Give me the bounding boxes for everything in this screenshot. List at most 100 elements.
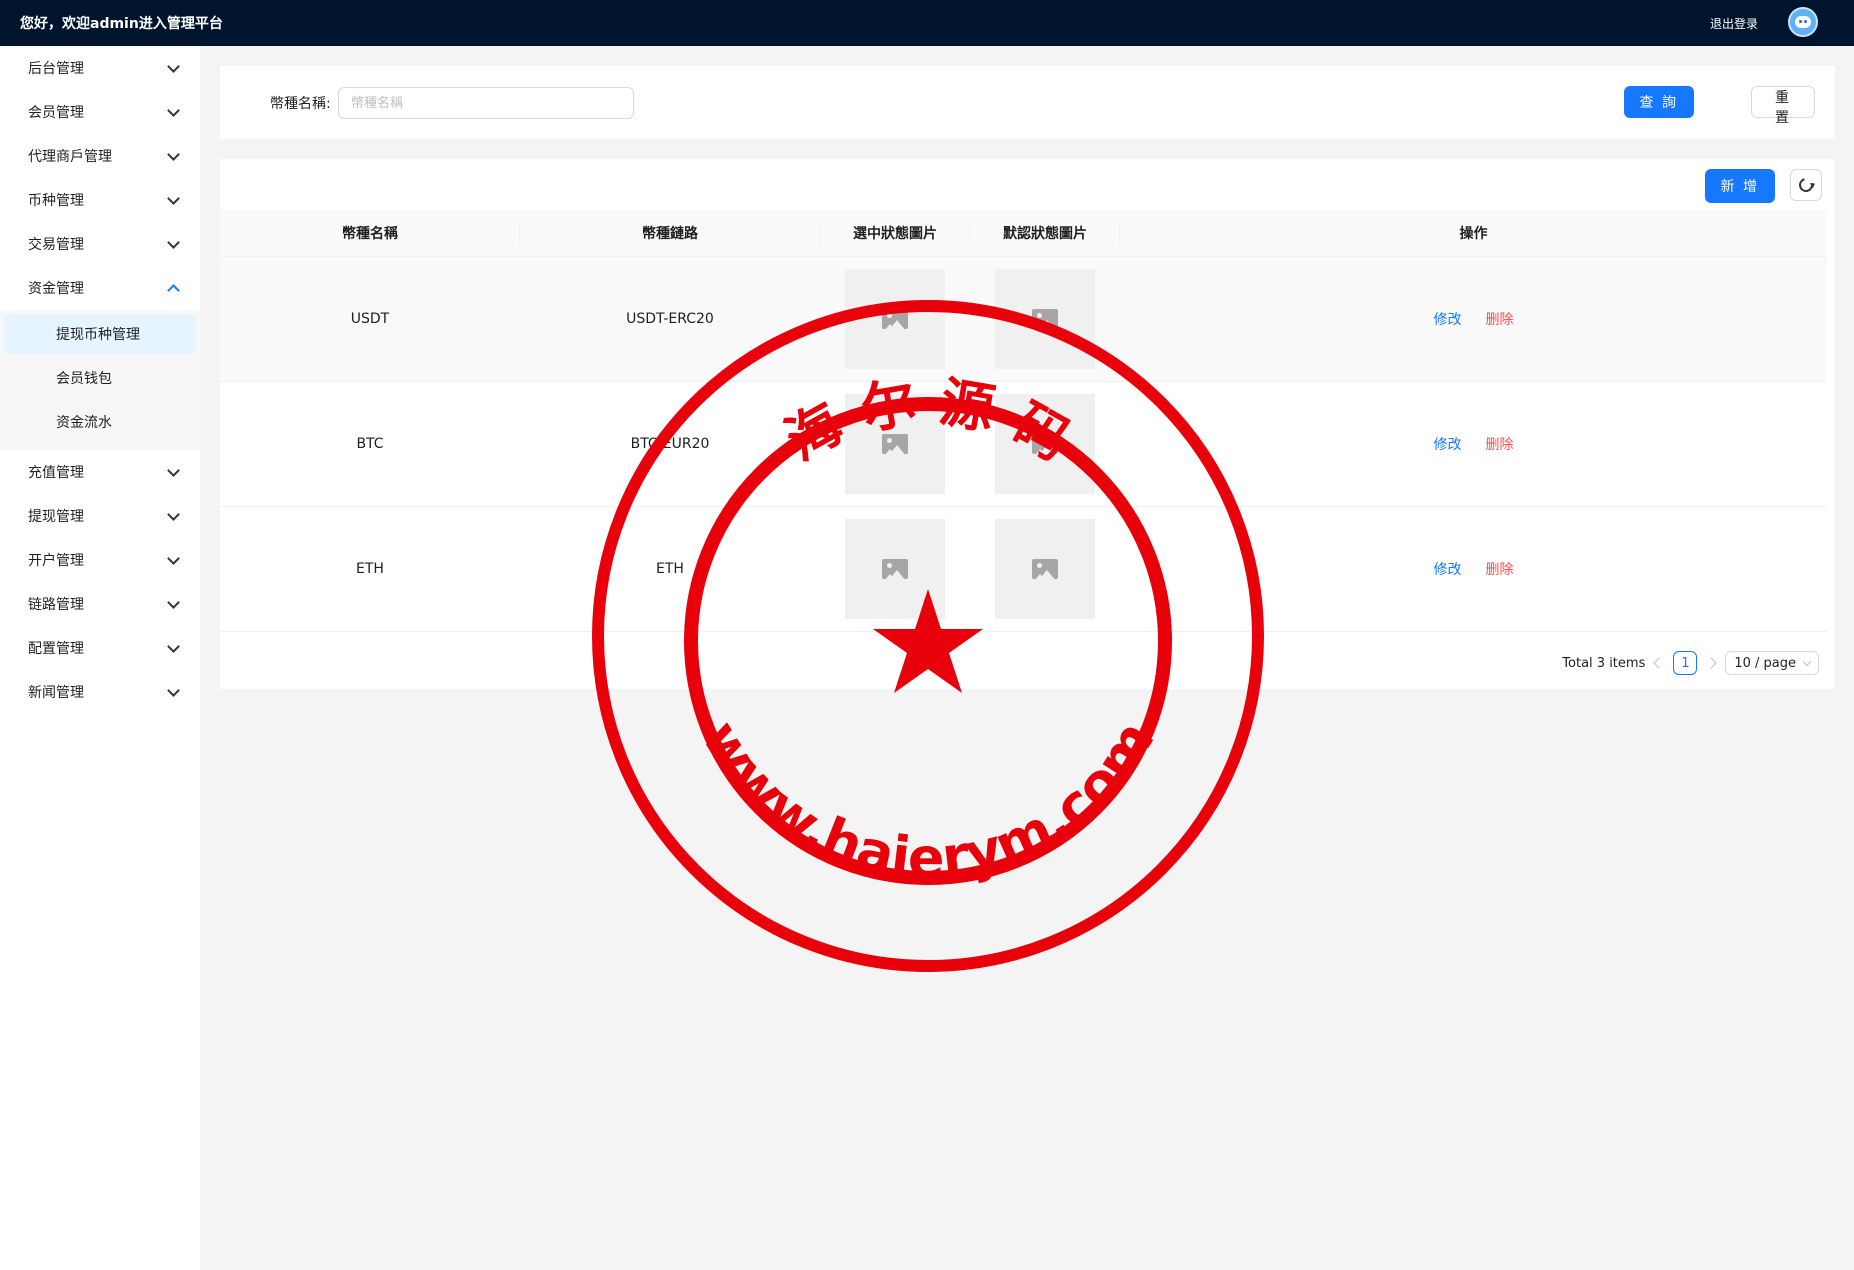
sidebar-item-label: 交易管理 — [28, 237, 84, 253]
add-button[interactable]: 新 增 — [1704, 169, 1775, 203]
chevron-down-icon — [167, 191, 180, 205]
delete-link[interactable]: 删除 — [1486, 559, 1514, 579]
chevron-down-icon — [167, 551, 180, 565]
currency-name-input[interactable] — [338, 87, 634, 119]
image-placeholder[interactable] — [995, 394, 1095, 494]
sidebar-item-account-open[interactable]: 开户管理 — [0, 538, 200, 582]
avatar-face-icon — [1795, 16, 1811, 28]
sidebar-item-label: 新闻管理 — [28, 685, 84, 701]
image-icon — [882, 559, 908, 579]
table-panel: 新 增 幣種名稱 幣種鏈路 選中狀態圖片 默認狀態圖片 操作 USDT USDT… — [220, 159, 1835, 689]
logout-link[interactable]: 退出登录 — [1710, 15, 1758, 32]
sidebar-item-label: 币种管理 — [28, 193, 84, 209]
submenu-item-member-wallet[interactable]: 会员钱包 — [4, 358, 196, 398]
top-bar: 您好，欢迎admin进入管理平台 退出登录 — [0, 0, 1854, 46]
query-button[interactable]: 查 詢 — [1623, 86, 1694, 118]
image-placeholder[interactable] — [995, 269, 1095, 369]
sidebar-item-currency[interactable]: 币种管理 — [0, 178, 200, 222]
chevron-down-icon — [167, 683, 180, 697]
cell-name: BTC — [356, 436, 384, 452]
sidebar-item-funds[interactable]: 资金管理 — [0, 266, 200, 310]
chevron-down-icon — [167, 595, 180, 609]
cell-name: ETH — [356, 561, 384, 577]
image-placeholder[interactable] — [845, 519, 945, 619]
image-icon — [1032, 309, 1058, 329]
sidebar-item-members[interactable]: 会员管理 — [0, 90, 200, 134]
next-page-icon[interactable] — [1705, 657, 1718, 669]
delete-link[interactable]: 删除 — [1486, 434, 1514, 454]
delete-link[interactable]: 删除 — [1486, 309, 1514, 329]
cell-selected-image — [820, 507, 970, 631]
image-icon — [882, 434, 908, 454]
page-size-value: 10 / page — [1734, 655, 1796, 671]
prev-page-icon[interactable] — [1653, 657, 1666, 669]
currency-name-label: 幣種名稱: — [270, 96, 331, 112]
image-placeholder[interactable] — [845, 269, 945, 369]
sidebar-item-news[interactable]: 新闻管理 — [0, 670, 200, 714]
reset-button[interactable]: 重 置 — [1751, 86, 1815, 126]
sidebar-item-label: 开户管理 — [28, 553, 84, 569]
chevron-down-icon — [167, 235, 180, 249]
chevron-up-icon — [167, 283, 180, 297]
sidebar-item-trading[interactable]: 交易管理 — [0, 222, 200, 266]
column-header: 操作 — [1459, 226, 1488, 242]
cell-default-image — [970, 257, 1120, 381]
image-placeholder[interactable] — [845, 394, 945, 494]
cell-default-image — [970, 382, 1120, 506]
refresh-button[interactable] — [1790, 169, 1822, 201]
column-header: 幣種名稱 — [220, 210, 520, 256]
pagination-total: Total 3 items — [1562, 655, 1646, 671]
sidebar-item-label: 配置管理 — [28, 641, 84, 657]
sidebar-item-label: 链路管理 — [28, 597, 84, 613]
sidebar-item-recharge[interactable]: 充值管理 — [0, 450, 200, 494]
sidebar-item-label: 资金管理 — [28, 281, 84, 297]
sidebar-item-label: 会员管理 — [28, 105, 84, 121]
chevron-down-icon — [167, 147, 180, 161]
main-content: 幣種名稱: 查 詢 重 置 新 增 幣種名稱 幣種鏈路 選中狀態圖片 默認狀態圖… — [220, 66, 1835, 689]
submenu-item-withdraw-currency[interactable]: 提现币种管理 — [4, 314, 196, 354]
image-placeholder[interactable] — [995, 519, 1095, 619]
sidebar-item-label: 代理商戶管理 — [28, 149, 112, 165]
cell-actions: 修改 删除 — [1120, 507, 1827, 631]
sidebar-item-chain[interactable]: 链路管理 — [0, 582, 200, 626]
sidebar: 后台管理 会员管理 代理商戶管理 币种管理 交易管理 资金管理 提现币种管理 会… — [0, 46, 200, 1270]
table-row: ETH ETH 修改 删除 — [220, 507, 1827, 632]
avatar[interactable] — [1788, 7, 1818, 37]
chevron-down-icon — [1802, 657, 1812, 666]
column-header: 幣種鏈路 — [520, 210, 820, 256]
page-number-button[interactable]: 1 — [1673, 651, 1698, 675]
sidebar-item-admin[interactable]: 后台管理 — [0, 46, 200, 90]
image-icon — [882, 309, 908, 329]
sidebar-item-label: 提现管理 — [28, 509, 84, 525]
sidebar-item-label: 后台管理 — [28, 61, 84, 77]
submenu-item-fund-flow[interactable]: 资金流水 — [4, 402, 196, 442]
image-icon — [1032, 434, 1058, 454]
chevron-down-icon — [167, 103, 180, 117]
table-header: 幣種名稱 幣種鏈路 選中狀態圖片 默認狀態圖片 操作 — [220, 210, 1827, 257]
cell-actions: 修改 删除 — [1120, 382, 1827, 506]
pagination: Total 3 items 1 10 / page — [1562, 651, 1819, 675]
table-row: BTC BTC-EUR20 修改 删除 — [220, 382, 1827, 507]
chevron-down-icon — [167, 639, 180, 653]
sidebar-item-config[interactable]: 配置管理 — [0, 626, 200, 670]
edit-link[interactable]: 修改 — [1434, 559, 1462, 579]
sidebar-item-label: 充值管理 — [28, 465, 84, 481]
table-row: USDT USDT-ERC20 修改 删除 — [220, 257, 1827, 382]
table-body: USDT USDT-ERC20 修改 删除 BTC BTC-EUR20 修改 删除 … — [220, 257, 1827, 632]
cell-chain: BTC-EUR20 — [630, 436, 710, 452]
chevron-down-icon — [167, 59, 180, 73]
edit-link[interactable]: 修改 — [1434, 309, 1462, 329]
svg-text:www.haierym.com: www.haierym.com — [690, 710, 1167, 890]
column-header: 默認狀態圖片 — [970, 210, 1120, 256]
sidebar-item-withdraw[interactable]: 提现管理 — [0, 494, 200, 538]
watermark-bottom-text: www.haierym.com — [690, 710, 1167, 890]
sidebar-item-agents[interactable]: 代理商戶管理 — [0, 134, 200, 178]
cell-selected-image — [820, 382, 970, 506]
edit-link[interactable]: 修改 — [1434, 434, 1462, 454]
page-size-select[interactable]: 10 / page — [1725, 651, 1819, 675]
funds-submenu: 提现币种管理 会员钱包 资金流水 — [0, 310, 200, 450]
search-panel: 幣種名稱: 查 詢 重 置 — [220, 66, 1835, 139]
cell-chain: ETH — [656, 561, 684, 577]
cell-actions: 修改 删除 — [1120, 257, 1827, 381]
refresh-icon — [1796, 175, 1816, 195]
